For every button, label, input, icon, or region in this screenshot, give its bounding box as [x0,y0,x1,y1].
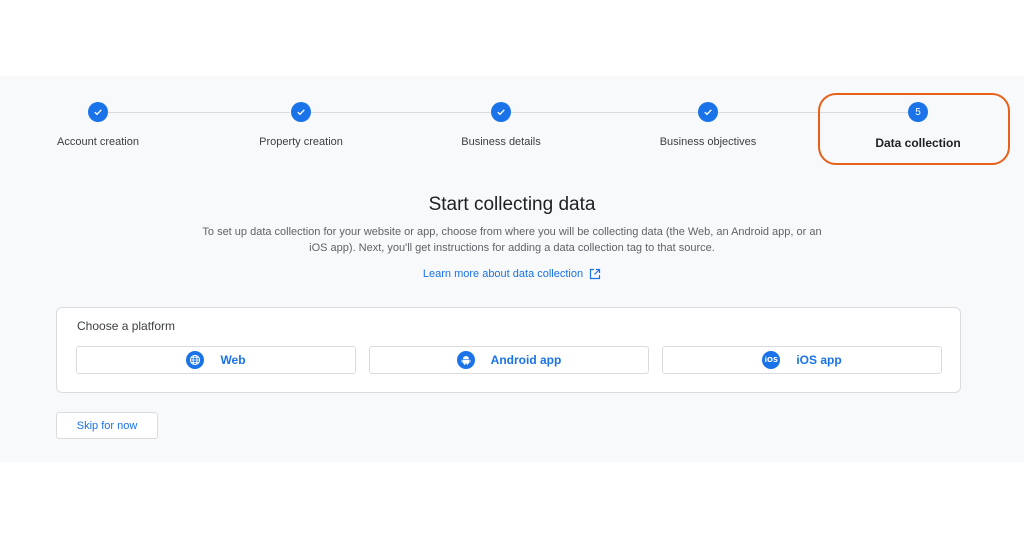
step-label: Business details [461,136,541,148]
platform-label: Web [220,353,246,367]
step-complete-circle [291,102,311,122]
platform-label: iOS app [796,353,842,367]
platform-label: Android app [490,353,562,367]
page-description: To set up data collection for your websi… [202,226,822,254]
skip-for-now-button[interactable]: Skip for now [56,412,158,439]
step-business-details[interactable]: Business details [411,102,591,148]
check-icon [94,109,102,116]
step-label: Account creation [57,136,139,148]
step-business-objectives[interactable]: Business objectives [618,102,798,148]
globe-icon [186,351,205,369]
step-label: Business objectives [659,136,757,148]
check-icon [497,109,505,116]
current-step-highlight [818,93,1010,165]
setup-stepper: Account creation Property creation Busin… [0,76,1024,166]
setup-page: Account creation Property creation Busin… [0,76,1024,462]
learn-more-row: Learn more about data collection [0,268,1024,280]
step-label: Property creation [259,136,343,148]
android-platform-button[interactable]: Android app [369,346,649,374]
ios-icon: iOS [762,351,781,369]
step-complete-circle [491,102,511,122]
web-platform-button[interactable]: Web [76,346,356,374]
open-in-new-icon[interactable] [589,268,601,280]
step-account-creation[interactable]: Account creation [8,102,188,148]
platform-card: Choose a platform Web Android app iOS iO… [56,307,961,393]
page-title: Start collecting data [428,194,596,215]
step-complete-circle [88,102,108,122]
platform-card-title: Choose a platform [77,319,176,333]
step-property-creation[interactable]: Property creation [211,102,391,148]
learn-more-link[interactable]: Learn more about data collection [423,268,583,280]
check-icon [297,109,305,116]
android-icon [456,351,475,369]
step-complete-circle [698,102,718,122]
ios-platform-button[interactable]: iOS iOS app [662,346,942,374]
check-icon [704,109,712,116]
